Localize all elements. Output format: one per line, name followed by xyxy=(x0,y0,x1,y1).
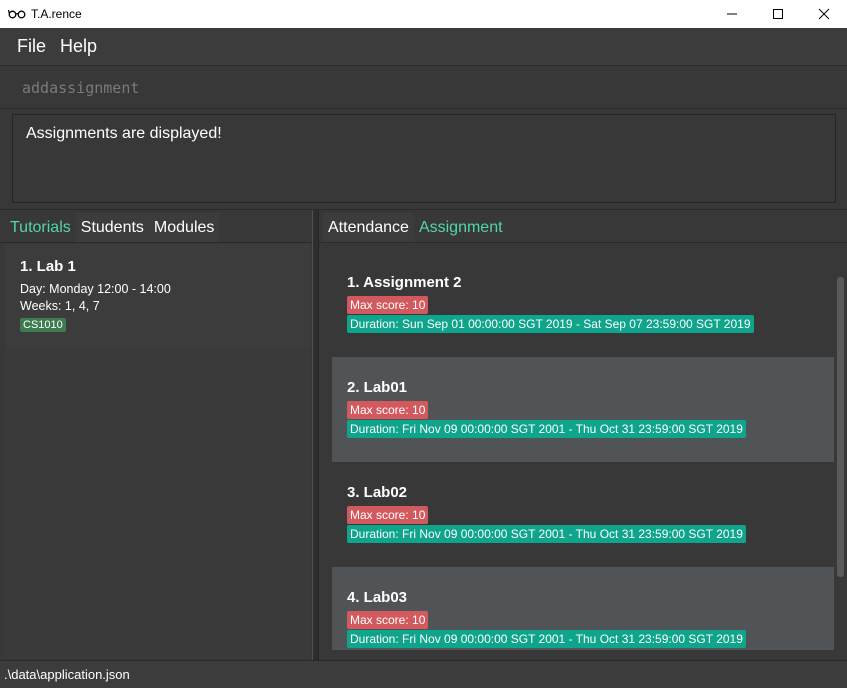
tutorial-title: 1. Lab 1 xyxy=(20,258,76,275)
assignment-list: 1. Assignment 2 Max score: 10 Duration: … xyxy=(332,252,834,650)
tutorial-weeks: Weeks: 1, 4, 7 xyxy=(20,299,100,313)
tab-assignment[interactable]: Assignment xyxy=(413,213,508,242)
tab-students[interactable]: Students xyxy=(75,213,149,242)
save-file-path: .\data\application.json xyxy=(4,667,130,682)
assignment-card[interactable]: 3. Lab02 Max score: 10 Duration: Fri Nov… xyxy=(332,462,834,567)
duration-badge: Duration: Fri Nov 09 00:00:00 SGT 2001 -… xyxy=(347,630,746,648)
result-message: Assignments are displayed! xyxy=(26,125,222,142)
right-tab-bar: Attendance Assignment xyxy=(319,210,847,243)
assignment-title: 4. Lab03 xyxy=(347,589,408,606)
close-icon[interactable] xyxy=(801,0,847,28)
assignment-title: 2. Lab01 xyxy=(347,379,408,396)
maximize-icon[interactable] xyxy=(755,0,801,28)
status-bar: .\data\application.json xyxy=(0,660,847,688)
assignment-title: 3. Lab02 xyxy=(347,484,408,501)
tutorial-day: Day: Monday 12:00 - 14:00 xyxy=(20,282,171,296)
assignment-card[interactable]: 2. Lab01 Max score: 10 Duration: Fri Nov… xyxy=(332,357,834,462)
max-score-badge: Max score: 10 xyxy=(347,611,429,629)
window-controls xyxy=(709,0,847,28)
max-score-badge: Max score: 10 xyxy=(347,296,429,314)
main-panels: Tutorials Students Modules 1. Lab 1 Day:… xyxy=(0,209,847,661)
tab-tutorials[interactable]: Tutorials xyxy=(5,213,76,242)
assignment-title: 1. Assignment 2 xyxy=(347,274,462,291)
minimize-icon[interactable] xyxy=(709,0,755,28)
assignment-card[interactable]: 1. Assignment 2 Max score: 10 Duration: … xyxy=(332,252,834,357)
window-title: T.A.rence xyxy=(31,7,82,21)
title-bar: T.A.rence xyxy=(0,0,847,28)
tutorial-card[interactable]: 1. Lab 1 Day: Monday 12:00 - 14:00 Weeks… xyxy=(5,244,310,348)
duration-badge: Duration: Fri Nov 09 00:00:00 SGT 2001 -… xyxy=(347,525,746,543)
scrollbar-thumb[interactable] xyxy=(837,277,844,577)
split-divider[interactable] xyxy=(312,210,319,661)
result-display-area: Assignments are displayed! xyxy=(0,109,847,209)
left-panel: Tutorials Students Modules 1. Lab 1 Day:… xyxy=(0,210,312,661)
tab-modules[interactable]: Modules xyxy=(148,213,220,242)
left-tab-bar: Tutorials Students Modules xyxy=(0,210,312,243)
glasses-icon xyxy=(8,9,26,19)
command-input[interactable] xyxy=(12,70,832,106)
assignment-card[interactable]: 4. Lab03 Max score: 10 Duration: Fri Nov… xyxy=(332,567,834,650)
module-tag: CS1010 xyxy=(20,318,66,332)
duration-badge: Duration: Fri Nov 09 00:00:00 SGT 2001 -… xyxy=(347,420,746,438)
menu-file[interactable]: File xyxy=(10,28,53,65)
right-panel: Attendance Assignment 1. Assignment 2 Ma… xyxy=(319,210,847,661)
tab-attendance[interactable]: Attendance xyxy=(323,213,414,242)
tutorial-list: 1. Lab 1 Day: Monday 12:00 - 14:00 Weeks… xyxy=(5,244,310,659)
result-display: Assignments are displayed! xyxy=(12,114,836,203)
assignment-scrollbar[interactable] xyxy=(835,252,845,650)
menu-bar: File Help xyxy=(0,28,847,65)
menu-help[interactable]: Help xyxy=(53,28,104,65)
max-score-badge: Max score: 10 xyxy=(347,401,429,419)
duration-badge: Duration: Sun Sep 01 00:00:00 SGT 2019 -… xyxy=(347,315,754,333)
command-box xyxy=(0,65,847,109)
max-score-badge: Max score: 10 xyxy=(347,506,429,524)
